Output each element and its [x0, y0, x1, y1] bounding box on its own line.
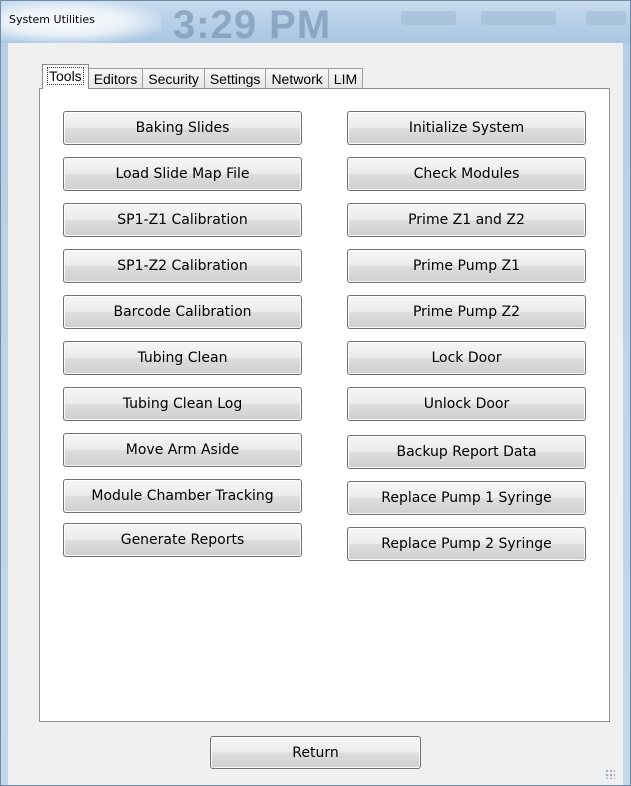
- tab-editors[interactable]: Editors: [87, 68, 144, 89]
- sp1-z1-calibration-button[interactable]: SP1-Z1 Calibration: [63, 203, 302, 237]
- generate-reports-button[interactable]: Generate Reports: [63, 523, 302, 557]
- replace-pump-2-syringe-button[interactable]: Replace Pump 2 Syringe: [347, 527, 586, 561]
- tubing-clean-log-button[interactable]: Tubing Clean Log: [63, 387, 302, 421]
- backup-report-data-button[interactable]: Backup Report Data: [347, 435, 586, 469]
- window-frame-left: [1, 43, 8, 785]
- sp1-z2-calibration-button[interactable]: SP1-Z2 Calibration: [63, 249, 302, 283]
- return-button[interactable]: Return: [210, 736, 421, 769]
- tab-lim[interactable]: LIM: [327, 68, 364, 89]
- tab-network[interactable]: Network: [265, 68, 329, 89]
- tubing-clean-button[interactable]: Tubing Clean: [63, 341, 302, 375]
- tools-tab-panel: Baking Slides Load Slide Map File SP1-Z1…: [39, 88, 610, 722]
- window-frame-right: [623, 43, 630, 785]
- module-chamber-tracking-button[interactable]: Module Chamber Tracking: [63, 479, 302, 513]
- prime-pump-z1-button[interactable]: Prime Pump Z1: [347, 249, 586, 283]
- baking-slides-button[interactable]: Baking Slides: [63, 111, 302, 145]
- background-ghost-shape: [586, 11, 626, 25]
- system-utilities-window: 3:29 PM System Utilities Tools Editors S…: [0, 0, 631, 786]
- barcode-calibration-button[interactable]: Barcode Calibration: [63, 295, 302, 329]
- initialize-system-button[interactable]: Initialize System: [347, 111, 586, 145]
- background-ghost-shape: [401, 11, 456, 25]
- client-area: Tools Editors Security Settings Network …: [8, 43, 623, 785]
- window-title: System Utilities: [9, 13, 95, 26]
- tab-strip: Tools Editors Security Settings Network …: [42, 64, 364, 89]
- tab-settings[interactable]: Settings: [203, 68, 267, 89]
- unlock-door-button[interactable]: Unlock Door: [347, 387, 586, 421]
- background-clock-text: 3:29 PM: [173, 3, 332, 43]
- tab-label: Tools: [47, 67, 84, 85]
- tab-tools[interactable]: Tools: [42, 64, 89, 89]
- check-modules-button[interactable]: Check Modules: [347, 157, 586, 191]
- tab-security[interactable]: Security: [142, 68, 205, 89]
- background-ghost-shape: [481, 11, 556, 25]
- title-bar[interactable]: 3:29 PM System Utilities: [1, 1, 630, 43]
- move-arm-aside-button[interactable]: Move Arm Aside: [63, 433, 302, 467]
- replace-pump-1-syringe-button[interactable]: Replace Pump 1 Syringe: [347, 481, 586, 515]
- lock-door-button[interactable]: Lock Door: [347, 341, 586, 375]
- prime-pump-z2-button[interactable]: Prime Pump Z2: [347, 295, 586, 329]
- prime-z1-and-z2-button[interactable]: Prime Z1 and Z2: [347, 203, 586, 237]
- resize-grip[interactable]: [605, 769, 615, 779]
- load-slide-map-file-button[interactable]: Load Slide Map File: [63, 157, 302, 191]
